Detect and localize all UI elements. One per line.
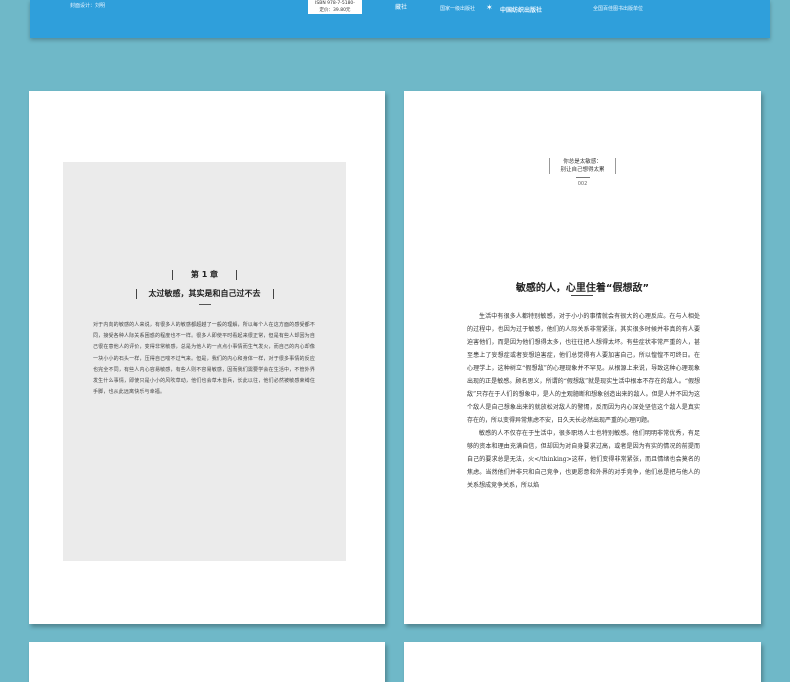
publisher-award: 全国百佳图书出版单位 — [593, 6, 644, 12]
header-book-subtitle: 别让自己想得太累 — [560, 167, 605, 173]
next-left-page — [29, 642, 385, 682]
body-paragraph: 敏感的人不仅存在于生活中，很多职场人士也特别敏感。他们明明非常优秀，有足够的资本… — [467, 430, 700, 489]
section-body: 生活中有很多人都特别敏感，对于小小的事情就会有很大的心理反应。在与人相处的过程中… — [467, 310, 700, 492]
header-frame: 你总是太敏感： 别让自己想得太累 — [549, 158, 616, 174]
body-paragraph: 生活中有很多人都特别敏感，对于小小的事情就会有很大的心理反应。在与人相处的过程中… — [467, 313, 700, 424]
price-text: 定价：39.80元 — [319, 8, 351, 13]
chapter-heading: 第 1 章 太过敏感，其实是和自己过不去 — [63, 262, 346, 305]
chapter-intro-text: 对于内向的敏感的人来说，有很多人的敏感都超越了一般的理解，所以每个人在这方面的感… — [93, 322, 315, 396]
publisher-seal: 藏社 — [395, 4, 408, 11]
next-right-page — [404, 642, 761, 682]
chapter-title: 太过敏感，其实是和自己过不去 — [135, 289, 274, 299]
cover-strip: 封面设计：刘明 ISBN 978-7-5180- 定价：39.80元 藏社 国家… — [30, 0, 770, 38]
section-title: 敏感的人，心里住着“假想敌” — [515, 283, 650, 294]
header-book-title: 你总是太敏感： — [563, 159, 602, 165]
publisher-tagline: 国家一级出版社 — [440, 6, 476, 12]
price-box: ISBN 978-7-5180- 定价：39.80元 — [308, 0, 362, 14]
chapter-number: 第 1 章 — [171, 270, 238, 280]
section-divider — [571, 295, 593, 296]
page-number: 002 — [577, 181, 588, 187]
cover-credit: 封面设计：刘明 — [70, 3, 106, 9]
left-page: 第 1 章 太过敏感，其实是和自己过不去 对于内向的敏感的人来说，有很多人的敏感… — [29, 91, 385, 624]
running-header: 你总是太敏感： 别让自己想得太累 002 — [404, 156, 761, 187]
publisher-logo-icon: ✶ — [486, 3, 493, 12]
isbn-text: ISBN 978-7-5180- — [315, 1, 355, 6]
right-page: 你总是太敏感： 别让自己想得太累 002 敏感的人，心里住着“假想敌” 生活中有… — [404, 91, 761, 624]
publisher-name: 中国纺织出版社 — [500, 7, 543, 14]
chapter-divider — [198, 304, 211, 305]
header-divider — [575, 177, 590, 178]
